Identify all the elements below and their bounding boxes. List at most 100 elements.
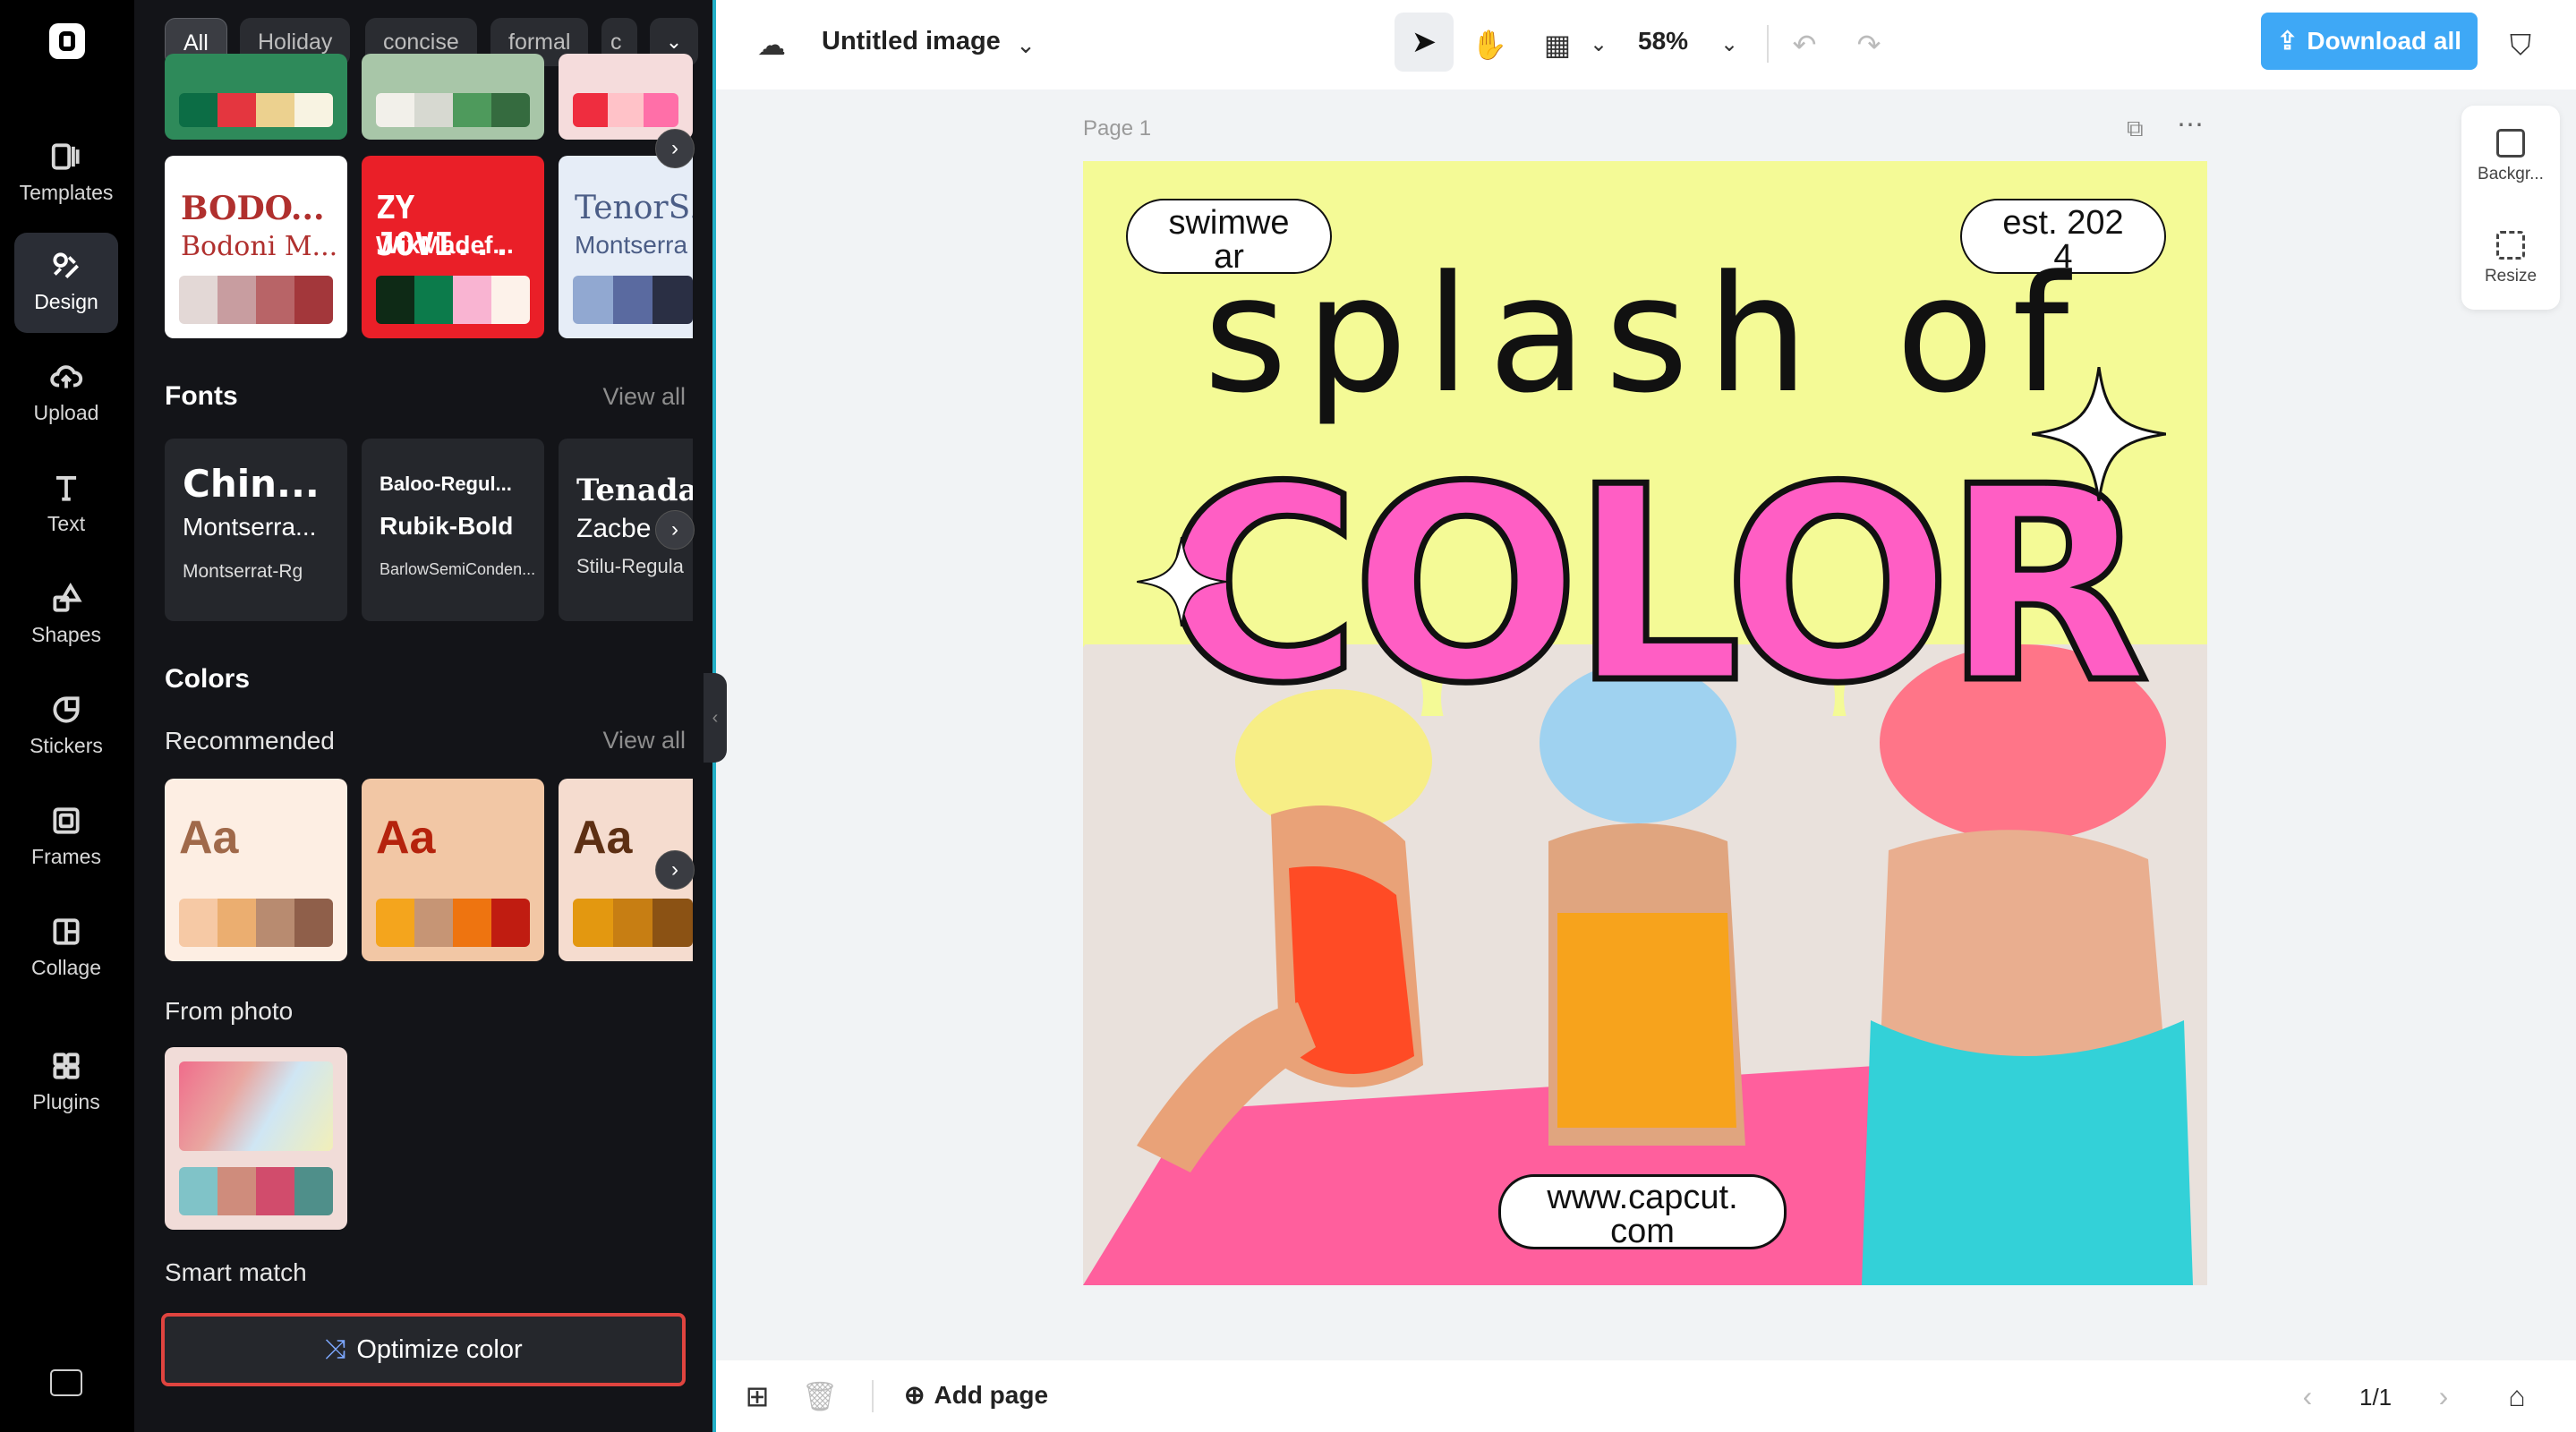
color-swatch [453,276,491,324]
rail-upload[interactable]: Upload [14,344,118,444]
theme-card[interactable]: TenorS... Montserra [559,156,693,338]
color-swatch [376,899,414,947]
font-card-line3: Stilu-Regula [576,555,684,577]
rail-shapes[interactable]: Shapes [14,566,118,666]
color-swatch [256,899,294,947]
rail-label: Text [47,512,86,535]
color-palette-card[interactable]: Aa [165,779,347,961]
collapse-panel-handle[interactable]: ‹ [704,673,727,763]
design-icon [53,252,80,279]
shield-icon[interactable]: ⛉ [2497,21,2544,68]
optimize-color-button[interactable]: ⤨ Optimize color [161,1313,686,1386]
from-photo-label: From photo [165,997,294,1025]
theme-card-title: BODO... [181,190,325,227]
theme-card-partial[interactable] [559,54,693,140]
theme-card-partial[interactable] [165,54,347,140]
undo-icon[interactable]: ↶ [1781,21,1828,68]
url-pill[interactable]: www.capcut. com [1498,1174,1787,1249]
resize-tool[interactable]: Resize [2461,231,2560,286]
rail-label: Templates [19,181,114,204]
color-swatch [179,899,218,947]
color-swatch [612,899,653,947]
document-title[interactable]: Untitled image [822,27,1001,56]
palette-swatches [573,899,693,947]
zoom-level[interactable]: 58% [1638,27,1688,55]
rail-label: Design [34,290,98,313]
collage-icon [53,918,80,945]
capcut-logo-icon[interactable] [49,23,85,59]
color-word-art[interactable]: COLOR [1161,427,2154,746]
download-all-button[interactable]: ⇪ Download all [2261,13,2478,70]
fonts-view-all[interactable]: View all [602,383,686,411]
palette-sample-text: Aa [376,812,436,864]
rail-label: Frames [31,845,101,868]
theme-card-subtitle: WixMadef... [376,231,514,259]
download-all-label: Download all [2307,27,2462,55]
plugins-icon [53,1053,80,1079]
design-panel: All Holiday concise formal c ⌄ BODO... B… [134,0,712,1432]
rail-templates[interactable]: Templates [14,124,118,224]
chevron-down-icon[interactable]: ⌄ [1002,21,1049,68]
rail-text[interactable]: Text [14,455,118,555]
cloud-sync-icon[interactable]: ☁ [748,21,795,68]
background-label: Backgr... [2478,165,2544,183]
background-tool[interactable]: Backgr... [2461,129,2560,184]
color-swatch [376,276,414,324]
rail-collage[interactable]: Collage [14,899,118,999]
upload-icon [50,365,83,388]
chevron-left-icon[interactable]: ‹ [2284,1373,2331,1419]
text-icon [55,476,77,501]
color-swatch [414,276,453,324]
chevron-right-icon[interactable]: › [655,129,695,168]
rail-design[interactable]: Design [14,233,118,333]
color-swatch [491,899,530,947]
hand-tool-icon[interactable]: ✋ [1466,21,1513,68]
more-options-icon[interactable]: ⋯ [2177,109,2204,141]
pages-panel-icon[interactable]: ⌂ [2494,1373,2540,1419]
photo-palette-card[interactable] [165,1047,347,1230]
add-page-button[interactable]: ⊕ Add page [904,1380,1048,1410]
font-card[interactable]: Chin... Montserra... Montserrat-Rg [165,439,347,621]
color-swatch [453,899,491,947]
rail-label: Stickers [30,734,103,757]
design-canvas[interactable]: swimwe ar est. 202 4 splash of COLOR www… [1083,161,2207,1285]
color-swatch [179,276,218,324]
bottom-bar: ⊞ 🗑 ⊕ Add page ‹ 1/1 › ⌂ [716,1360,2576,1432]
theme-card-partial[interactable] [362,54,544,140]
colors-title: Colors [165,664,251,694]
photo-thumbnail [179,1061,333,1151]
left-rail: Templates Design Upload Text Shapes Stic… [0,0,134,1432]
layout-icon[interactable]: ▦ [1534,21,1581,68]
optimize-color-label: Optimize color [356,1335,523,1364]
color-swatch [256,276,294,324]
theme-card-subtitle: Montserra [575,231,688,259]
upload-icon: ⇪ [2276,27,2299,55]
top-bar: ☁ Untitled image ⌄ ➤ ✋ ▦ ⌄ 58% ⌄ ↶ ↷ ⇪ Do… [716,0,2576,90]
bottom-divider [872,1380,874,1412]
chevron-right-icon[interactable]: › [2420,1373,2467,1419]
rail-stickers[interactable]: Stickers [14,677,118,777]
fonts-title: Fonts [165,381,238,411]
theme-card[interactable]: BODO... Bodoni M... [165,156,347,338]
theme-card[interactable]: ZY JOVI... WixMadef... [362,156,544,338]
redo-icon[interactable]: ↷ [1846,21,1892,68]
font-card[interactable]: Baloo-Regul... Rubik-Bold BarlowSemiCond… [362,439,544,621]
rail-label: Shapes [30,623,101,646]
rail-label: Collage [31,956,101,979]
rail-frames[interactable]: Frames [14,788,118,888]
select-tool-icon[interactable]: ➤ [1395,13,1454,72]
page-counter: 1/1 [2359,1384,2393,1411]
chevron-down-icon[interactable]: ⌄ [1706,21,1753,68]
colors-view-all[interactable]: View all [602,727,686,754]
chevron-down-icon[interactable]: ⌄ [1575,21,1622,68]
keyboard-shortcuts-icon[interactable] [50,1369,82,1396]
chevron-right-icon[interactable]: › [655,510,695,550]
trash-icon[interactable]: 🗑 [797,1373,843,1419]
duplicate-page-icon[interactable]: ⧉ [2127,115,2144,143]
color-swatch [294,1167,333,1215]
chevron-right-icon[interactable]: › [655,850,695,890]
add-page-icon: ⊕ [904,1381,925,1409]
color-palette-card[interactable]: Aa [362,779,544,961]
rail-plugins[interactable]: Plugins [14,1033,118,1133]
add-to-page-icon[interactable]: ⊞ [734,1373,780,1419]
